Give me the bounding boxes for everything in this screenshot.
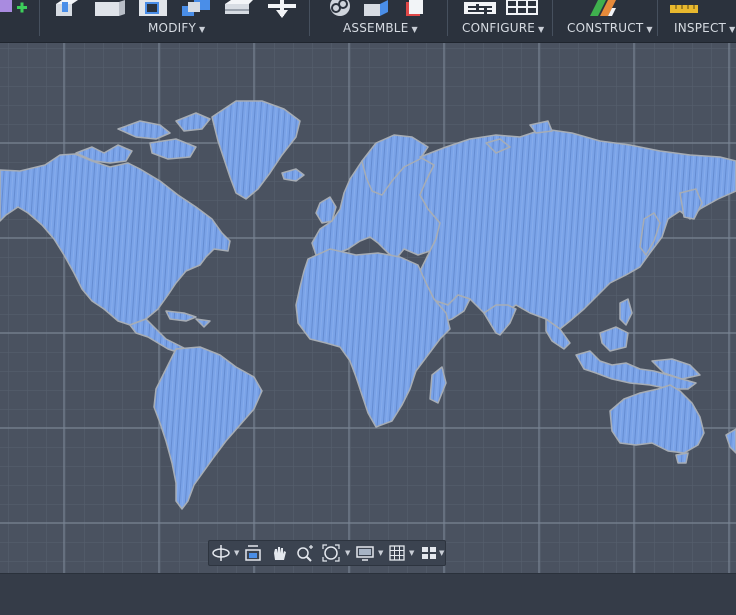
combine-icon[interactable] <box>180 0 214 18</box>
orbit-icon[interactable] <box>211 543 231 563</box>
chevron-down-icon: ▼ <box>411 25 418 34</box>
offset-plane-icon[interactable] <box>588 0 624 18</box>
toolbar-separator <box>447 0 448 36</box>
toolbar-separator <box>657 0 658 36</box>
display-settings-icon[interactable] <box>355 543 375 563</box>
chevron-down-icon: ▼ <box>646 25 653 34</box>
grid-and-snaps-icon[interactable] <box>387 543 407 563</box>
chevron-down-icon[interactable]: ▼ <box>378 549 383 557</box>
viewports-icon[interactable] <box>419 543 439 563</box>
modify-menu[interactable]: MODIFY ▼ <box>148 21 205 35</box>
configure-table-icon[interactable] <box>505 0 541 18</box>
configure-menu[interactable]: CONFIGURE ▼ <box>462 21 544 35</box>
press-pull-icon[interactable] <box>52 0 80 18</box>
as-built-joint-icon[interactable] <box>362 0 392 18</box>
configure-parameters-icon[interactable] <box>462 0 498 18</box>
modify-menu-label: MODIFY <box>148 21 197 35</box>
assemble-menu[interactable]: ASSEMBLE ▼ <box>343 21 418 35</box>
zoom-icon[interactable] <box>295 543 315 563</box>
construct-menu-label: CONSTRUCT <box>567 21 644 35</box>
tasmania-shape[interactable] <box>675 452 689 464</box>
look-at-icon[interactable] <box>243 543 263 563</box>
chevron-down-icon[interactable]: ▼ <box>345 549 350 557</box>
canvas-scene <box>0 43 736 573</box>
toolbar-separator <box>39 0 40 36</box>
new-component-icon[interactable] <box>0 0 30 18</box>
toolbar-separator <box>309 0 310 36</box>
toolbar-separator <box>552 0 553 36</box>
toolbar: MODIFY ▼ ASSEMBLE ▼ CONFIGURE ▼ CONSTRUC… <box>0 0 736 43</box>
pan-icon[interactable] <box>269 543 289 563</box>
joint-icon[interactable] <box>326 0 354 18</box>
inspect-menu[interactable]: INSPECT ▼ <box>674 21 735 35</box>
chevron-down-icon[interactable]: ▼ <box>439 549 444 557</box>
rigid-group-icon[interactable] <box>404 0 424 18</box>
chevron-down-icon[interactable]: ▼ <box>234 549 239 557</box>
navigation-bar: ▼ ▼ ▼ ▼ ▼ <box>208 540 446 566</box>
chevron-down-icon: ▼ <box>729 25 736 34</box>
chevron-down-icon: ▼ <box>538 25 545 34</box>
assemble-menu-label: ASSEMBLE <box>343 21 409 35</box>
chevron-down-icon[interactable]: ▼ <box>409 549 414 557</box>
chevron-down-icon: ▼ <box>199 25 206 34</box>
inspect-menu-label: INSPECT <box>674 21 727 35</box>
shell-body-icon[interactable] <box>223 0 253 18</box>
fillet-icon[interactable] <box>93 0 127 18</box>
measure-icon[interactable] <box>668 0 700 13</box>
fit-icon[interactable] <box>321 543 341 563</box>
construct-menu[interactable]: CONSTRUCT ▼ <box>567 21 653 35</box>
shell-icon[interactable] <box>137 0 171 18</box>
configure-menu-label: CONFIGURE <box>462 21 536 35</box>
status-bar <box>0 573 736 615</box>
move-icon[interactable] <box>264 0 300 18</box>
design-canvas[interactable]: ▼ ▼ ▼ ▼ ▼ <box>0 43 736 573</box>
